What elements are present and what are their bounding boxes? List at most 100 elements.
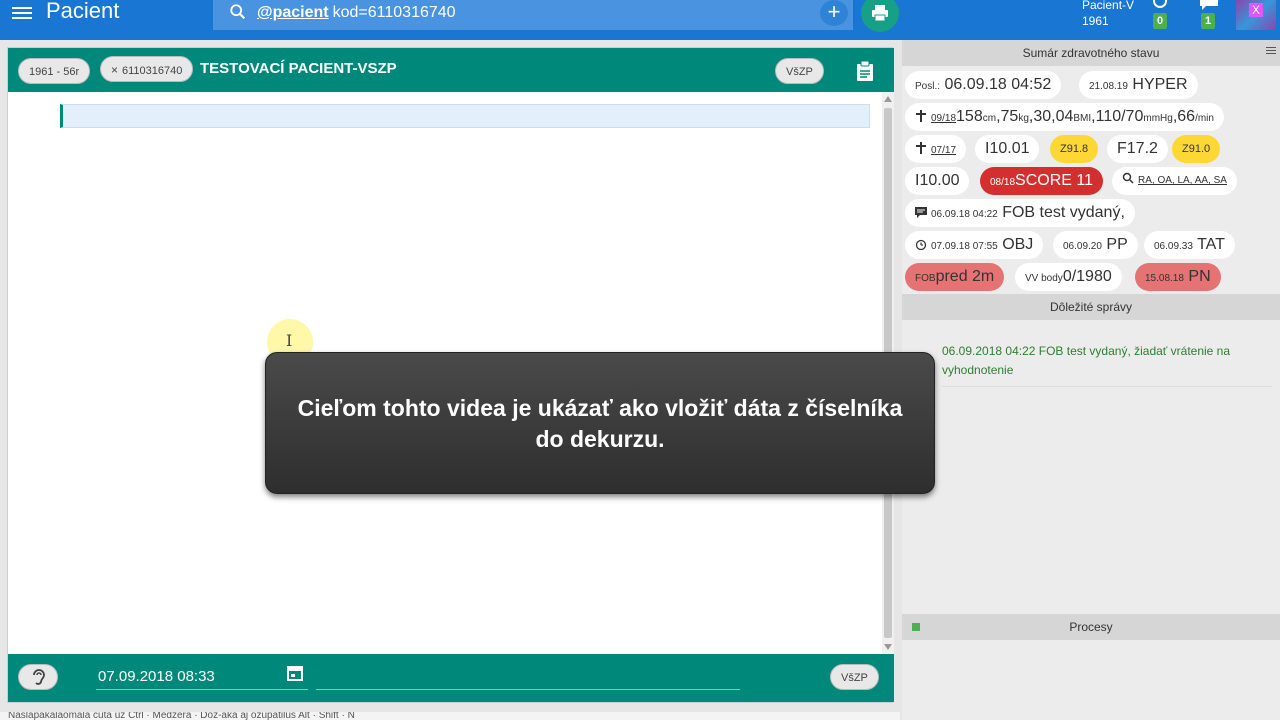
important-list: 06.09.2018 04:22 FOB test vydaný, žiadať… — [902, 322, 1280, 622]
pn-date: 15.08.18 — [1145, 273, 1184, 284]
exams-chip[interactable]: RA, OA, LA, AA, SA — [1112, 167, 1237, 195]
patient-id-chip[interactable]: × 6110316740 — [100, 56, 194, 82]
last-visit-value: 06.09.18 04:52 — [944, 76, 1052, 93]
important-header: Dôležité správy — [902, 294, 1280, 320]
hyper-date: 21.08.19 — [1089, 81, 1128, 92]
diag-i1000-chip[interactable]: I10.00 — [905, 167, 970, 195]
vitals-weight-unit: kg — [1018, 113, 1029, 124]
vitals-pulse: ,66 — [1172, 108, 1196, 125]
text-cursor-icon: I — [286, 331, 293, 350]
search-icon — [229, 3, 247, 21]
lines-icon[interactable] — [1266, 47, 1276, 55]
search-input[interactable]: @pacient kod=6110316740 — [257, 4, 456, 22]
vv-value: 0/1980 — [1062, 268, 1112, 285]
ear-button[interactable] — [18, 664, 58, 690]
diag-z910-chip[interactable]: Z91.0 — [1172, 135, 1221, 163]
print-icon — [872, 5, 888, 22]
patient-title: TESTOVACÍ PACIENT-VSZP — [200, 60, 397, 77]
footer-insurer-chip[interactable]: VšZP — [830, 664, 879, 690]
insurer-chip[interactable]: VšZP — [775, 58, 824, 84]
fob-label: pred 2m — [935, 268, 995, 285]
menu-icon[interactable] — [12, 4, 32, 20]
pp-label: PP — [1106, 236, 1128, 253]
vitals-pulse-unit: /min — [1195, 113, 1214, 124]
comment-icon — [915, 200, 927, 218]
date-input[interactable]: 07.09.2018 08:33 — [96, 664, 308, 690]
chat-icon[interactable] — [1200, 0, 1218, 10]
processes-title: Procesy — [1069, 620, 1113, 634]
search-value: kod=6110316740 — [332, 4, 456, 21]
dekurz-footer: 07.09.2018 08:33 VšZP — [8, 654, 894, 702]
patient-id: 6110316740 — [122, 65, 183, 77]
process-status-icon — [912, 623, 920, 631]
vv-body-chip[interactable]: VV body0/1980 — [1015, 263, 1122, 291]
app-root: Pacient @pacient kod=6110316740 + Pacient… — [0, 0, 1280, 720]
clock-icon — [915, 232, 927, 251]
summary-title: Sumár zdravotného stavu — [1022, 46, 1160, 60]
vitals-bmi: ,30,04 — [1028, 108, 1074, 125]
dekurz-text-input[interactable] — [60, 104, 870, 128]
pp-chip[interactable]: 06.09.20 PP — [1053, 231, 1138, 259]
close-icon[interactable]: × — [111, 63, 118, 77]
age-chip[interactable]: 1961 - 56r — [18, 58, 91, 84]
scroll-up-icon[interactable] — [884, 96, 892, 102]
vitals-chip[interactable]: 09/18158cm,75kg,30,04BMI,110/70mmHg,66/m… — [905, 103, 1224, 131]
vitals-height-unit: cm — [982, 113, 997, 124]
app-title: Pacient — [46, 0, 120, 23]
cross-icon — [915, 136, 927, 154]
score-label: SCORE 11 — [1015, 172, 1093, 189]
score-date: 08/18 — [990, 177, 1016, 188]
hyper-label: HYPER — [1132, 76, 1188, 93]
diag-date: 07/17 — [931, 145, 957, 156]
diag-date-chip[interactable]: 07/17 — [905, 135, 967, 163]
message-badge[interactable]: 1 — [1201, 13, 1215, 29]
fob-message-text: FOB test vydaný, — [1002, 204, 1125, 221]
notification-badge[interactable]: 0 — [1153, 13, 1167, 29]
search-bar[interactable]: @pacient kod=6110316740 — [213, 0, 853, 30]
scroll-down-icon[interactable] — [884, 644, 892, 650]
vitals-date: 09/18 — [931, 113, 957, 124]
tat-label: TAT — [1197, 236, 1225, 253]
video-caption: Cieľom tohto videa je ukázať ako vložiť … — [265, 352, 935, 494]
print-button[interactable] — [861, 0, 899, 32]
add-button[interactable]: + — [820, 0, 848, 26]
calendar-icon[interactable] — [286, 664, 304, 682]
tat-chip[interactable]: 06.09.33 TAT — [1144, 231, 1235, 259]
obj-label: OBJ — [1002, 236, 1034, 253]
alarm-icon[interactable] — [1151, 0, 1169, 9]
vitals-bp: ,110/70 — [1091, 108, 1144, 125]
cross-icon — [915, 104, 927, 122]
diag-i1001-chip[interactable]: I10.01 — [975, 135, 1040, 163]
pn-label: PN — [1188, 268, 1211, 285]
app-logo: X — [1236, 0, 1276, 30]
patient-year: 1961 — [1082, 14, 1109, 28]
pn-chip[interactable]: 15.08.18 PN — [1135, 263, 1221, 291]
summary-header: Sumár zdravotného stavu — [902, 40, 1280, 66]
last-visit-chip[interactable]: Posl.: 06.09.18 04:52 — [905, 71, 1062, 99]
vitals-bp-unit: mmHg — [1143, 113, 1173, 124]
top-bar: Pacient @pacient kod=6110316740 + Pacient… — [0, 0, 1280, 40]
diag-f172-chip[interactable]: F17.2 — [1107, 135, 1168, 163]
processes-header[interactable]: Procesy — [902, 614, 1280, 640]
last-visit-label: Posl.: — [915, 81, 941, 92]
fob-chip[interactable]: FOBpred 2m — [905, 263, 1005, 291]
shortcut-hint: Nasläpakalaomala cuta uz Ctrl · Medzera … — [0, 712, 900, 720]
score-chip[interactable]: 08/18SCORE 11 — [980, 167, 1103, 195]
vv-prefix: VV body — [1025, 273, 1063, 284]
important-message[interactable]: 06.09.2018 04:22 FOB test vydaný, žiadať… — [942, 342, 1272, 387]
exams-list: RA, OA, LA, AA, SA — [1138, 175, 1227, 186]
note-input[interactable] — [316, 664, 740, 690]
search-key: @pacient — [257, 4, 329, 21]
hyper-chip[interactable]: 21.08.19 HYPER — [1079, 71, 1198, 99]
obj-date: 07.09.18 07:55 — [931, 241, 998, 252]
diag-z918-chip[interactable]: Z91.8 — [1050, 135, 1099, 163]
clipboard-icon[interactable] — [856, 61, 874, 81]
fob-message-chip[interactable]: 06.09.18 04:22 FOB test vydaný, — [905, 199, 1135, 227]
ear-icon — [33, 669, 45, 685]
fob-prefix: FOB — [915, 273, 936, 284]
fob-message-date: 06.09.18 04:22 — [931, 209, 998, 220]
vitals-weight: ,75 — [996, 108, 1019, 125]
logo-glyph: X — [1249, 3, 1263, 17]
obj-chip[interactable]: 07.09.18 07:55 OBJ — [905, 231, 1044, 259]
pp-date: 06.09.20 — [1063, 241, 1102, 252]
